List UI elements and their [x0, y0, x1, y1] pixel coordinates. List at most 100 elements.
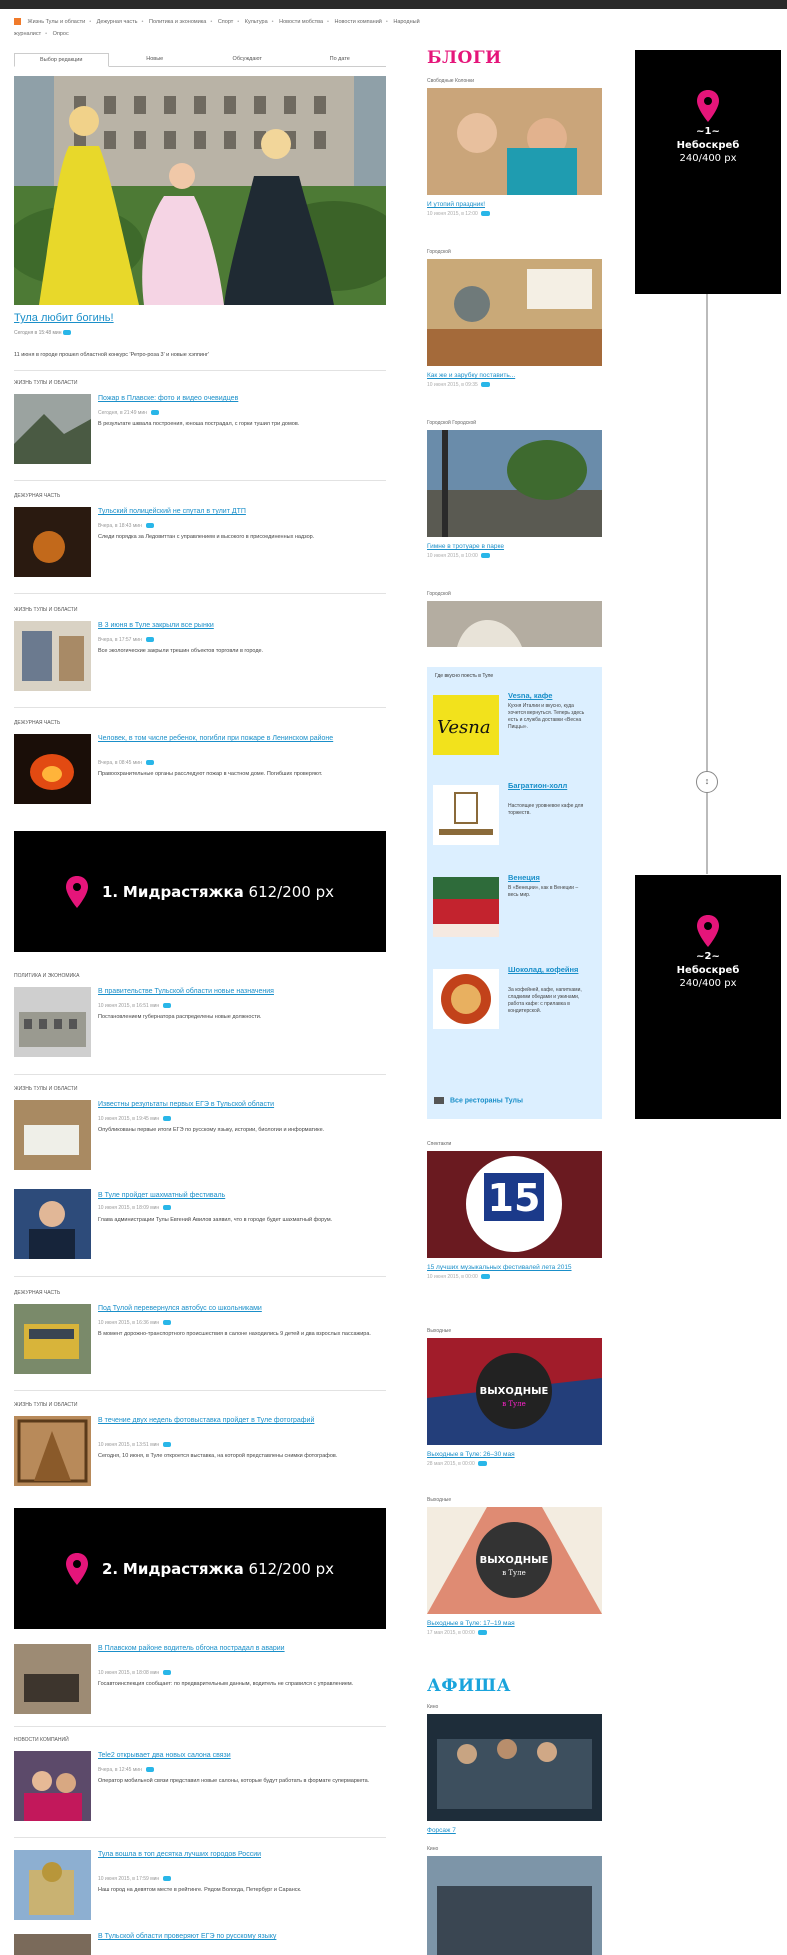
weekend-image[interactable]: ВЫХОДНЫЕ в Туле — [427, 1338, 602, 1445]
news-thumbnail[interactable] — [14, 507, 91, 577]
right-caption[interactable]: Выходные — [427, 1497, 602, 1507]
comments-badge[interactable] — [62, 330, 71, 336]
dining-name[interactable]: Шоколад, кофейня — [508, 965, 593, 974]
news-thumbnail[interactable] — [14, 1416, 91, 1486]
news-thumbnail[interactable] — [14, 1751, 91, 1821]
comments-badge[interactable] — [145, 523, 154, 529]
afisha-title[interactable]: Форсаж 7 — [427, 1827, 602, 1834]
dining-name[interactable]: Vesna, кафе — [508, 691, 593, 700]
dining-name[interactable]: Багратион-холл — [508, 781, 593, 790]
blog-image[interactable] — [427, 430, 602, 537]
midstretch-banner-1[interactable]: 1. Мидрастяжка 612/200 px — [14, 831, 386, 952]
vesna-logo[interactable]: Vesna — [433, 695, 499, 755]
festival-image[interactable]: 15 — [427, 1151, 602, 1258]
comments-badge[interactable] — [163, 1442, 172, 1448]
afisha-heading[interactable]: АФИША — [427, 1676, 511, 1696]
news-thumbnail[interactable] — [14, 1304, 91, 1374]
blogs-heading[interactable]: БЛОГИ — [427, 48, 502, 68]
tab-by-date[interactable]: По дате — [294, 53, 387, 66]
blog-caption[interactable]: Городской Городской — [427, 420, 602, 430]
right-caption[interactable]: Спектакли — [427, 1141, 602, 1151]
news-title[interactable]: В Тульской области проверяют ЕГЭ по русс… — [98, 1932, 388, 1941]
right-title[interactable]: Выходные в Туле: 17–19 мая — [427, 1620, 602, 1627]
comments-badge[interactable] — [145, 637, 154, 643]
afisha-image[interactable] — [427, 1714, 602, 1821]
weekend-image-2[interactable]: ВЫХОДНЫЕ в Туле — [427, 1507, 602, 1614]
comments-badge[interactable] — [163, 1205, 172, 1211]
news-title[interactable]: Пожар в Плавске: фото и видео очевидцев — [98, 394, 388, 403]
news-title[interactable]: Человек, в том числе ребенок, погибли пр… — [98, 734, 388, 743]
news-rubric[interactable]: Жизнь Тулы и области — [14, 1086, 77, 1092]
blog-caption[interactable]: Городской — [427, 249, 602, 259]
scroll-knob-icon[interactable]: ↕ — [696, 771, 718, 793]
news-thumbnail[interactable] — [14, 734, 91, 804]
tab-new[interactable]: Новые — [109, 53, 202, 66]
dining-name[interactable]: Венеция — [508, 873, 593, 882]
news-title[interactable]: В течение двух недель фотовыставка пройд… — [98, 1416, 388, 1425]
news-rubric[interactable]: Дежурная часть — [14, 1290, 60, 1296]
lead-title[interactable]: Тула любит богинь! — [14, 312, 114, 324]
skyscraper-banner-2[interactable]: ~2~ Небоскреб 240/400 px — [635, 875, 781, 1119]
news-title[interactable]: Tele2 открывает два новых салона связи — [98, 1751, 388, 1760]
news-title[interactable]: Известны результаты первых ЕГЭ в Тульско… — [98, 1100, 388, 1109]
blog-title[interactable]: И утопий праздник! — [427, 201, 602, 208]
comments-badge[interactable] — [163, 1116, 172, 1122]
news-title[interactable]: В Туле пройдет шахматный фестиваль — [98, 1191, 388, 1200]
news-thumbnail[interactable] — [14, 1100, 91, 1170]
nav-item[interactable]: Жизнь Тулы и области — [28, 19, 86, 25]
venice-logo[interactable] — [433, 877, 499, 937]
right-title[interactable]: 15 лучших музыкальных фестивалей лета 20… — [427, 1264, 602, 1271]
lead-photo[interactable] — [14, 76, 386, 305]
blog-caption[interactable]: Городской — [427, 591, 602, 601]
news-rubric[interactable]: Жизнь Тулы и области — [14, 1402, 77, 1408]
nav-item[interactable]: Дежурная часть — [97, 19, 138, 25]
right-title[interactable]: Выходные в Туле: 26–30 мая — [427, 1451, 602, 1458]
comments-badge[interactable] — [163, 1320, 172, 1326]
blog-title[interactable]: Как же и зарубку поставить... — [427, 372, 602, 379]
nav-item[interactable]: Опрос — [53, 31, 69, 37]
afisha-caption[interactable]: Кино — [427, 1846, 602, 1856]
nav-item[interactable]: Новости компаний — [335, 19, 382, 25]
comments-badge[interactable] — [145, 1767, 154, 1773]
news-rubric[interactable]: Дежурная часть — [14, 493, 60, 499]
comments-badge[interactable] — [163, 1670, 172, 1676]
news-title[interactable]: В правительстве Тульской области новые н… — [98, 987, 388, 996]
bagration-logo[interactable] — [433, 785, 499, 845]
news-rubric[interactable]: Политика и экономика — [14, 973, 79, 979]
news-thumbnail[interactable] — [14, 987, 91, 1057]
comments-badge[interactable] — [163, 1876, 172, 1882]
blog-title[interactable]: Гимне в тротуаре в парке — [427, 543, 602, 550]
blog-image[interactable] — [427, 259, 602, 366]
comments-badge[interactable] — [163, 1003, 172, 1009]
news-rubric[interactable]: Жизнь Тулы и области — [14, 380, 77, 386]
blog-caption[interactable]: Свободные Колонки — [427, 78, 602, 88]
news-rubric[interactable]: Дежурная часть — [14, 720, 60, 726]
news-thumbnail[interactable] — [14, 1850, 91, 1920]
afisha-image[interactable] — [427, 1856, 602, 1955]
tab-editors-choice[interactable]: Выбор редакции — [14, 53, 109, 67]
tab-discussed[interactable]: Обсуждают — [201, 53, 294, 66]
blog-image[interactable] — [427, 88, 602, 195]
news-thumbnail[interactable] — [14, 1934, 91, 1955]
all-restaurants-link[interactable]: Все рестораны Тулы — [434, 1097, 523, 1104]
news-thumbnail[interactable] — [14, 394, 91, 464]
skyscraper-banner-1[interactable]: ~1~ Небоскреб 240/400 px — [635, 50, 781, 294]
blog-image[interactable] — [427, 601, 602, 647]
news-title[interactable]: Тула вошла в топ десятка лучших городов … — [98, 1850, 388, 1859]
news-rubric[interactable]: Жизнь Тулы и области — [14, 607, 77, 613]
nav-item[interactable]: Спорт — [218, 19, 233, 25]
chocolate-logo[interactable] — [433, 969, 499, 1029]
comments-badge[interactable] — [145, 760, 154, 766]
midstretch-banner-2[interactable]: 2. Мидрастяжка 612/200 px — [14, 1508, 386, 1629]
news-rubric[interactable]: Новости компаний — [14, 1737, 69, 1743]
nav-item[interactable]: Новости мобства — [279, 19, 323, 25]
news-thumbnail[interactable] — [14, 621, 91, 691]
news-thumbnail[interactable] — [14, 1189, 91, 1259]
nav-item[interactable]: Политика и экономика — [149, 19, 206, 25]
news-title[interactable]: Под Тулой перевернулся автобус со школьн… — [98, 1304, 388, 1313]
nav-item[interactable]: Культура — [245, 19, 268, 25]
afisha-caption[interactable]: Кино — [427, 1704, 602, 1714]
news-title[interactable]: В Плавском районе водитель обгона постра… — [98, 1644, 388, 1653]
home-icon[interactable] — [14, 18, 21, 26]
news-title[interactable]: В 3 июня в Туле закрыли все рынки — [98, 621, 388, 630]
